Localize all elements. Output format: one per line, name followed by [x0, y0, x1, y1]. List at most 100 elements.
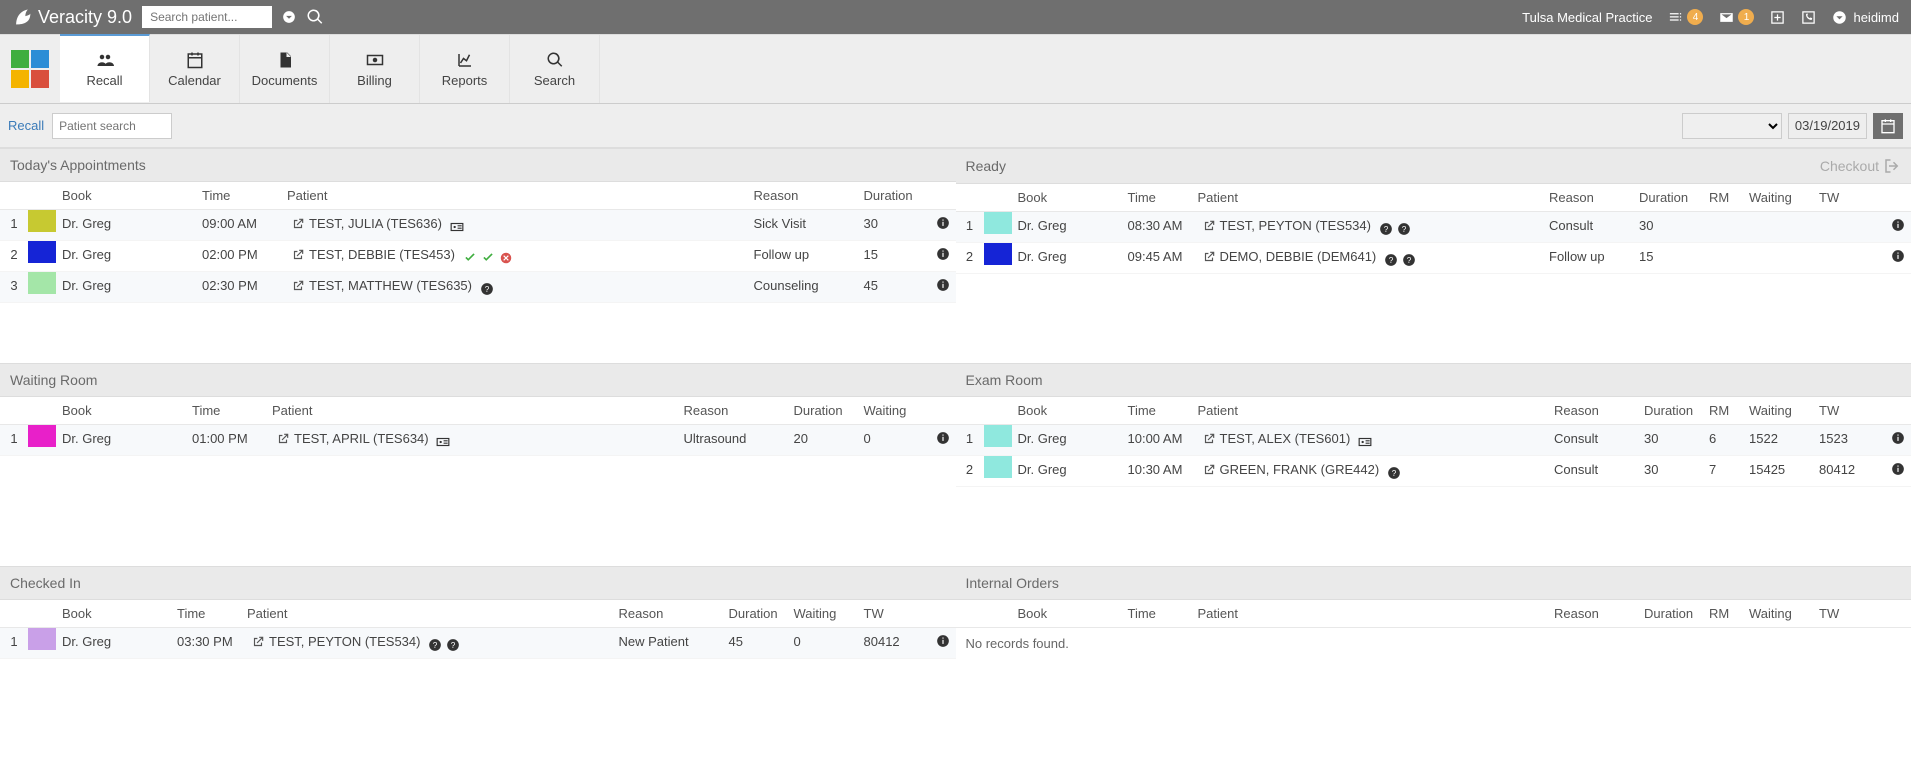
col-reason[interactable]: Reason — [1548, 397, 1638, 425]
col-book[interactable]: Book — [1012, 600, 1122, 628]
info-button[interactable] — [1883, 456, 1911, 487]
table-row[interactable]: 1Dr. Greg08:30 AMTEST, PEYTON (TES534) ?… — [956, 212, 1911, 243]
info-button[interactable] — [1883, 243, 1911, 274]
col-rm[interactable]: RM — [1703, 184, 1743, 212]
col-reason[interactable]: Reason — [1548, 600, 1638, 628]
table-row[interactable]: 2Dr. Greg09:45 AMDEMO, DEBBIE (DEM641) ?… — [956, 243, 1911, 274]
table-row[interactable]: 1Dr. Greg09:00 AMTEST, JULIA (TES636) Si… — [0, 210, 956, 241]
patient-link[interactable]: TEST, DEBBIE (TES453) — [287, 247, 455, 262]
tab-calendar[interactable]: Calendar — [150, 35, 240, 103]
cell-patient[interactable]: GREEN, FRANK (GRE442) ? — [1192, 456, 1549, 487]
cell-patient[interactable]: TEST, PEYTON (TES534) ?? — [241, 628, 613, 659]
table-row[interactable]: 1Dr. Greg03:30 PMTEST, PEYTON (TES534) ?… — [0, 628, 956, 659]
global-search-input[interactable] — [142, 6, 272, 28]
col-time[interactable]: Time — [171, 600, 241, 628]
app-logo[interactable] — [0, 35, 60, 103]
col-duration[interactable]: Duration — [1638, 600, 1703, 628]
table-row[interactable]: 1Dr. Greg10:00 AMTEST, ALEX (TES601) Con… — [956, 425, 1911, 456]
col-time[interactable]: Time — [196, 182, 281, 210]
info-button[interactable] — [928, 628, 956, 659]
search-icon[interactable] — [306, 8, 324, 26]
col-reason[interactable]: Reason — [678, 397, 788, 425]
col-tw[interactable]: TW — [1813, 397, 1883, 425]
col-tw[interactable]: TW — [1813, 600, 1883, 628]
chevron-down-icon[interactable] — [282, 10, 296, 24]
col-rm[interactable]: RM — [1703, 600, 1743, 628]
col-waiting[interactable]: Waiting — [858, 397, 928, 425]
info-button[interactable] — [928, 272, 956, 303]
col-patient[interactable]: Patient — [1192, 600, 1549, 628]
tab-label: Recall — [86, 73, 122, 88]
col-tw[interactable]: TW — [858, 600, 928, 628]
info-button[interactable] — [1883, 425, 1911, 456]
user-menu[interactable]: heidimd — [1832, 10, 1899, 25]
col-duration[interactable]: Duration — [723, 600, 788, 628]
col-book[interactable]: Book — [1012, 184, 1122, 212]
cell-patient[interactable]: TEST, ALEX (TES601) — [1192, 425, 1549, 456]
patient-link[interactable]: TEST, MATTHEW (TES635) — [287, 278, 472, 293]
tab-search[interactable]: Search — [510, 35, 600, 103]
mail-button[interactable]: 1 — [1719, 9, 1754, 25]
col-patient[interactable]: Patient — [1192, 397, 1549, 425]
col-tw[interactable]: TW — [1813, 184, 1883, 212]
checkout-button[interactable]: Checkout — [1820, 157, 1901, 175]
task-list-button[interactable]: 4 — [1668, 9, 1703, 25]
col-time[interactable]: Time — [1122, 600, 1192, 628]
cell-patient[interactable]: TEST, PEYTON (TES534) ?? — [1192, 212, 1544, 243]
col-patient[interactable]: Patient — [281, 182, 748, 210]
tab-reports[interactable]: Reports — [420, 35, 510, 103]
col-waiting[interactable]: Waiting — [1743, 397, 1813, 425]
col-patient[interactable]: Patient — [1192, 184, 1544, 212]
col-patient[interactable]: Patient — [241, 600, 613, 628]
phone-button[interactable] — [1801, 10, 1816, 25]
col-duration[interactable]: Duration — [1638, 397, 1703, 425]
col-book[interactable]: Book — [56, 600, 171, 628]
cell-patient[interactable]: TEST, DEBBIE (TES453) — [281, 241, 748, 272]
patient-link[interactable]: TEST, PEYTON (TES534) — [247, 634, 420, 649]
col-waiting[interactable]: Waiting — [1743, 600, 1813, 628]
col-time[interactable]: Time — [1122, 184, 1192, 212]
date-input[interactable]: 03/19/2019 — [1788, 113, 1867, 139]
add-button[interactable] — [1770, 10, 1785, 25]
filter-select[interactable] — [1682, 113, 1782, 139]
col-reason[interactable]: Reason — [613, 600, 723, 628]
table-row[interactable]: 1Dr. Greg01:00 PMTEST, APRIL (TES634) Ul… — [0, 425, 956, 456]
tab-documents[interactable]: Documents — [240, 35, 330, 103]
col-reason[interactable]: Reason — [748, 182, 858, 210]
col-time[interactable]: Time — [186, 397, 266, 425]
patient-link[interactable]: TEST, JULIA (TES636) — [287, 216, 442, 231]
patient-link[interactable]: TEST, ALEX (TES601) — [1198, 431, 1351, 446]
cell-patient[interactable]: TEST, APRIL (TES634) — [266, 425, 678, 456]
info-button[interactable] — [1883, 212, 1911, 243]
info-button[interactable] — [928, 210, 956, 241]
col-book[interactable]: Book — [56, 397, 186, 425]
col-waiting[interactable]: Waiting — [1743, 184, 1813, 212]
col-time[interactable]: Time — [1122, 397, 1192, 425]
col-waiting[interactable]: Waiting — [788, 600, 858, 628]
practice-name[interactable]: Tulsa Medical Practice — [1522, 10, 1652, 25]
col-duration[interactable]: Duration — [788, 397, 858, 425]
col-duration[interactable]: Duration — [1633, 184, 1703, 212]
patient-link[interactable]: DEMO, DEBBIE (DEM641) — [1198, 249, 1377, 264]
tab-billing[interactable]: Billing — [330, 35, 420, 103]
col-reason[interactable]: Reason — [1543, 184, 1633, 212]
cell-patient[interactable]: TEST, MATTHEW (TES635) ? — [281, 272, 748, 303]
info-button[interactable] — [928, 425, 956, 456]
col-rm[interactable]: RM — [1703, 397, 1743, 425]
col-book[interactable]: Book — [1012, 397, 1122, 425]
cell-patient[interactable]: DEMO, DEBBIE (DEM641) ?? — [1192, 243, 1544, 274]
patient-link[interactable]: TEST, PEYTON (TES534) — [1198, 218, 1371, 233]
col-patient[interactable]: Patient — [266, 397, 678, 425]
table-row[interactable]: 2Dr. Greg10:30 AMGREEN, FRANK (GRE442) ?… — [956, 456, 1911, 487]
cell-patient[interactable]: TEST, JULIA (TES636) — [281, 210, 748, 241]
table-row[interactable]: 3Dr. Greg02:30 PMTEST, MATTHEW (TES635) … — [0, 272, 956, 303]
info-button[interactable] — [928, 241, 956, 272]
table-row[interactable]: 2Dr. Greg02:00 PMTEST, DEBBIE (TES453) F… — [0, 241, 956, 272]
date-picker-button[interactable] — [1873, 113, 1903, 139]
patient-search-input[interactable] — [52, 113, 172, 139]
patient-link[interactable]: TEST, APRIL (TES634) — [272, 431, 429, 446]
patient-link[interactable]: GREEN, FRANK (GRE442) — [1198, 462, 1380, 477]
tab-recall[interactable]: Recall — [60, 34, 150, 102]
col-book[interactable]: Book — [56, 182, 196, 210]
col-duration[interactable]: Duration — [858, 182, 928, 210]
